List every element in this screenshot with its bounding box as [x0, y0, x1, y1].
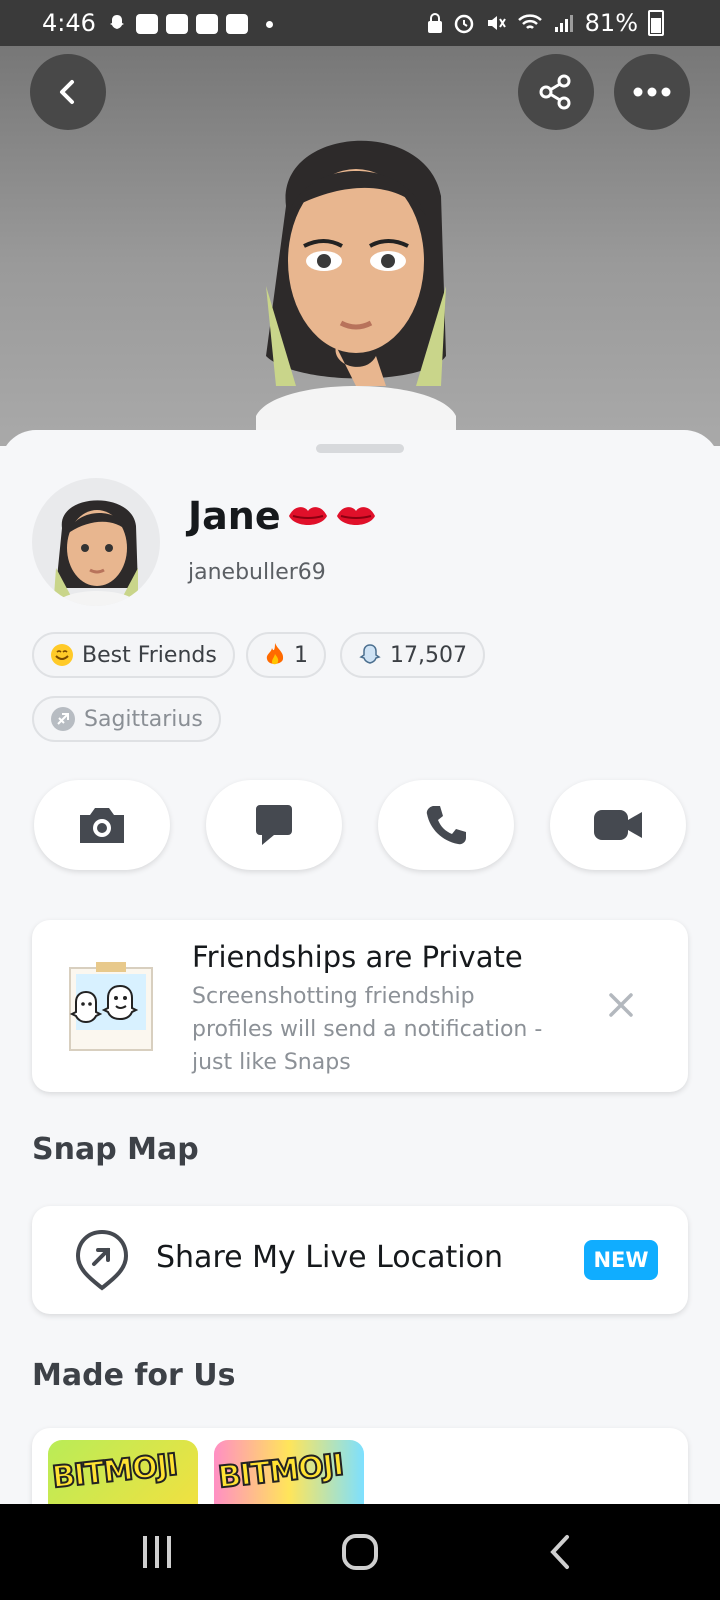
snap-score: 17,507: [390, 642, 467, 668]
privacy-title: Friendships are Private: [192, 940, 523, 974]
recent-apps-icon: [143, 1536, 171, 1568]
bitmoji-avatar-large: [256, 140, 456, 446]
call-button[interactable]: [378, 780, 514, 870]
alarm-icon: [454, 14, 473, 34]
ghost-icon: [359, 644, 381, 664]
fire-icon: [266, 643, 284, 665]
recent-apps-button[interactable]: [127, 1524, 187, 1580]
close-icon[interactable]: [606, 990, 636, 1020]
share-icon: [539, 74, 571, 110]
more-icon: [633, 87, 671, 97]
notification-icons: [106, 13, 273, 35]
youtube-icon: [196, 14, 218, 34]
phone-icon: [426, 806, 466, 845]
share-button[interactable]: [518, 54, 594, 130]
battery-icon: [648, 10, 664, 36]
more-options-button[interactable]: [614, 54, 690, 130]
kiss-lips-icon: [336, 507, 375, 525]
streak-chip[interactable]: 1: [246, 632, 326, 678]
status-time: 4:46: [42, 9, 96, 37]
youtube-icon: [166, 14, 188, 34]
facebook-icon: [136, 14, 158, 34]
share-location-label: Share My Live Location: [156, 1240, 503, 1275]
profile-sheet: Jane janebuller69 Best Friends 1 17,507 …: [0, 430, 720, 1548]
tile-title: BITMOJI: [50, 1447, 180, 1497]
smile-emoji-icon: [51, 644, 73, 666]
username: janebuller69: [188, 560, 326, 585]
kiss-lips-icon: [288, 507, 327, 525]
ghosts-photo-icon: [69, 962, 153, 1051]
system-nav-bar: [0, 1504, 720, 1600]
profile-header: [0, 46, 720, 446]
battery-percent: 81%: [584, 9, 638, 37]
chat-icon: [256, 805, 292, 845]
bitmoji-avatar-small: [54, 500, 140, 606]
chevron-left-icon: [60, 80, 74, 104]
video-call-button[interactable]: [550, 780, 686, 870]
sagittarius-icon: [51, 707, 75, 731]
privacy-notice-card: Friendships are Private Screenshotting f…: [32, 920, 688, 1092]
lock-icon: [427, 13, 442, 33]
zodiac-label: Sagittarius: [84, 706, 203, 732]
snap-score-chip[interactable]: 17,507: [340, 632, 485, 678]
streak-count: 1: [294, 642, 308, 668]
zodiac-chip[interactable]: Sagittarius: [32, 696, 221, 742]
location-pin-icon: [75, 1229, 129, 1291]
share-location-card[interactable]: Share My Live Location NEW: [32, 1206, 688, 1314]
display-name: Jane: [188, 494, 281, 538]
camera-button[interactable]: [34, 780, 170, 870]
snap-map-heading: Snap Map: [32, 1132, 199, 1167]
back-button[interactable]: [30, 54, 106, 130]
best-friends-label: Best Friends: [82, 642, 217, 668]
best-friends-chip[interactable]: Best Friends: [32, 632, 235, 678]
made-for-us-heading: Made for Us: [32, 1358, 236, 1393]
video-icon: [594, 810, 642, 840]
sheet-handle[interactable]: [316, 444, 404, 453]
back-icon: [550, 1535, 569, 1569]
camera-icon: [80, 808, 124, 843]
status-bar: 4:46 81%: [0, 0, 720, 46]
mute-icon: [487, 16, 506, 30]
chat-button[interactable]: [206, 780, 342, 870]
avatar[interactable]: [32, 478, 160, 606]
home-icon: [342, 1534, 378, 1570]
privacy-description: Screenshotting friendship profiles will …: [192, 984, 543, 1075]
dot-icon: [266, 20, 273, 28]
youtube-icon: [226, 14, 248, 34]
home-button[interactable]: [330, 1524, 390, 1580]
signal-icon: [554, 15, 573, 32]
snapchat-icon: [110, 15, 124, 29]
wifi-icon: [517, 14, 542, 29]
tile-title: BITMOJI: [216, 1447, 346, 1497]
system-back-button[interactable]: [530, 1524, 590, 1580]
new-badge: NEW: [584, 1240, 658, 1280]
